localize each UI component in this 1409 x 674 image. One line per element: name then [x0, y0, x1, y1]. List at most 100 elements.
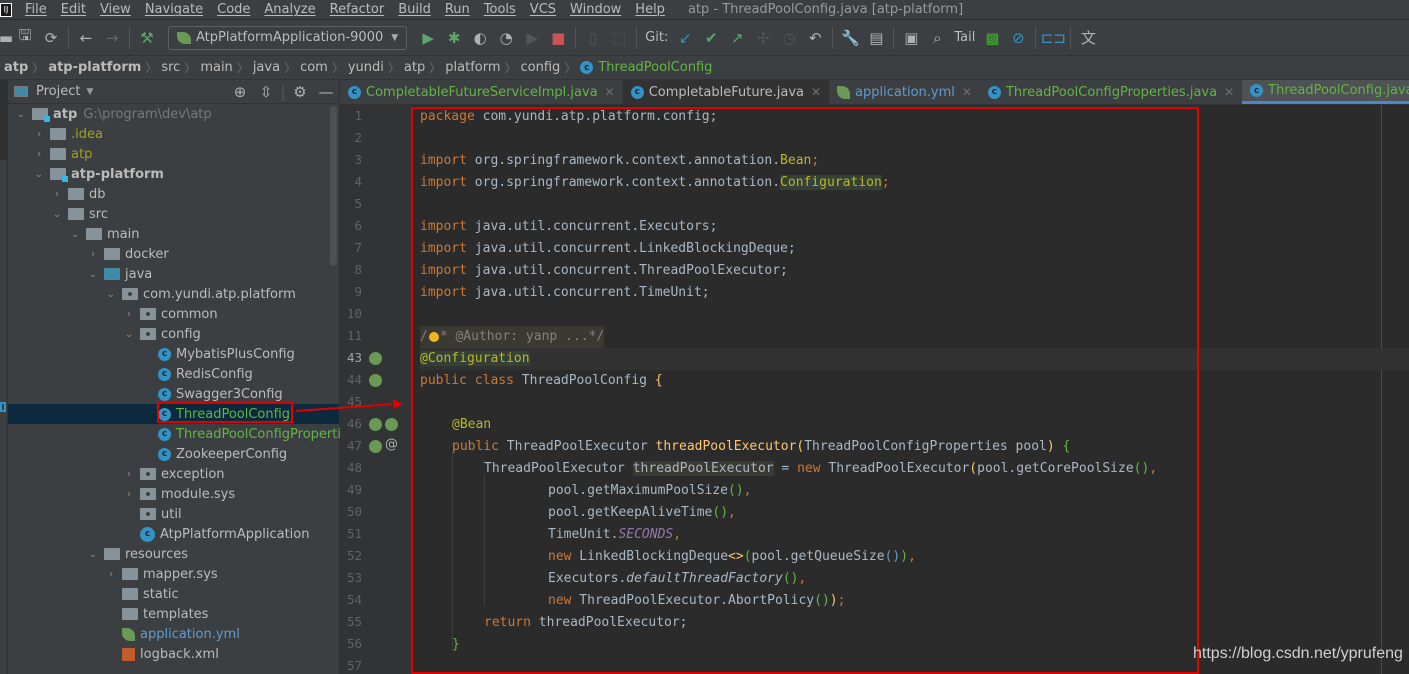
tree-item-util[interactable]: util: [8, 504, 339, 524]
close-icon[interactable]: ✕: [1224, 85, 1234, 99]
spring-bean-navigate-icon[interactable]: [369, 440, 382, 453]
tree-item-static[interactable]: static: [8, 584, 339, 604]
run-icon[interactable]: ▶: [415, 25, 441, 51]
git-history-icon[interactable]: ◷: [776, 25, 802, 51]
git-push-icon[interactable]: ↗: [724, 25, 750, 51]
chevron-down-icon[interactable]: ▼: [86, 87, 93, 97]
breadcrumb-item[interactable]: atp: [0, 60, 32, 75]
tree-item-exception[interactable]: › exception: [8, 464, 339, 484]
rollback-icon[interactable]: ↶: [802, 25, 828, 51]
chevron-right-icon[interactable]: ›: [86, 249, 100, 260]
breadcrumb-item[interactable]: atp-platform: [44, 60, 145, 75]
terminal-icon[interactable]: ▣: [898, 25, 924, 51]
menu-help[interactable]: Help: [628, 2, 672, 17]
close-icon[interactable]: ✕: [605, 85, 615, 99]
tree-item-class[interactable]: c ThreadPoolConfigProperties: [8, 424, 356, 444]
menu-build[interactable]: Build: [391, 2, 438, 17]
tree-item-src[interactable]: ⌄ src: [8, 204, 339, 224]
tree-item-atp-platform[interactable]: ⌄ atp-platform: [8, 164, 339, 184]
chevron-right-icon[interactable]: ›: [32, 149, 46, 160]
gear-icon[interactable]: ⚙: [287, 83, 313, 101]
chevron-down-icon[interactable]: ⌄: [122, 329, 136, 340]
breadcrumb-item[interactable]: main: [196, 60, 236, 75]
chevron-down-icon[interactable]: ⌄: [104, 289, 118, 300]
breadcrumb-item[interactable]: yundi: [344, 60, 388, 75]
close-icon[interactable]: ✕: [962, 85, 972, 99]
chevron-down-icon[interactable]: ⌄: [50, 209, 64, 220]
spring-config-gutter-icon[interactable]: [369, 374, 382, 387]
project-tree-scrollbar[interactable]: [330, 106, 337, 266]
tree-item-db[interactable]: › db: [8, 184, 339, 204]
back-icon[interactable]: ←: [73, 25, 99, 51]
chevron-right-icon[interactable]: ›: [104, 569, 118, 580]
menu-run[interactable]: Run: [438, 2, 477, 17]
spring-bean-navigate-icon[interactable]: [369, 418, 382, 431]
menu-window[interactable]: Window: [563, 2, 628, 17]
resume-icon[interactable]: ▶: [519, 25, 545, 51]
autowired-at-icon[interactable]: @: [385, 437, 398, 452]
tab-completable-future-service-impl[interactable]: c CompletableFutureServiceImpl.java ✕: [340, 80, 623, 104]
spring-bean-gutter-icon[interactable]: [385, 418, 398, 431]
menu-view[interactable]: View: [93, 2, 138, 17]
menu-vcs[interactable]: VCS: [523, 2, 563, 17]
stop-icon[interactable]: ■: [545, 25, 571, 51]
tree-item-common[interactable]: › common: [8, 304, 339, 324]
menu-edit[interactable]: Edit: [54, 2, 93, 17]
chevron-down-icon[interactable]: ⌄: [68, 229, 82, 240]
breadcrumb-item[interactable]: platform: [441, 60, 504, 75]
sync-icon[interactable]: ⟳: [38, 25, 64, 51]
tree-item-mapper-sys[interactable]: › mapper.sys: [8, 564, 339, 584]
tail-button[interactable]: Tail: [954, 30, 975, 45]
chevron-down-icon[interactable]: ⌄: [14, 109, 28, 120]
tree-item-config[interactable]: ⌄ config: [8, 324, 339, 344]
monitor-icon[interactable]: ▩: [979, 25, 1005, 51]
forward-icon[interactable]: →: [99, 25, 125, 51]
tree-item-application-class[interactable]: c AtpPlatformApplication: [8, 524, 339, 544]
collapse-all-icon[interactable]: ⇳: [253, 83, 279, 101]
chevron-down-icon[interactable]: ⌄: [86, 549, 100, 560]
chevron-right-icon[interactable]: ›: [32, 129, 46, 140]
tree-item-class[interactable]: c ZookeeperConfig: [8, 444, 339, 464]
tree-item-class[interactable]: c RedisConfig: [8, 364, 339, 384]
attach-icon[interactable]: ⬚: [606, 25, 632, 51]
project-structure-icon[interactable]: ▤: [863, 25, 889, 51]
disable-icon[interactable]: ⊘: [1005, 25, 1031, 51]
tree-item-package-root[interactable]: ⌄ com.yundi.atp.platform: [8, 284, 339, 304]
menu-code[interactable]: Code: [210, 2, 257, 17]
settings-wrench-icon[interactable]: 🔧: [837, 25, 863, 51]
debug-icon[interactable]: ✱: [441, 25, 467, 51]
chevron-right-icon[interactable]: ›: [122, 489, 136, 500]
breadcrumb-item[interactable]: atp: [400, 60, 429, 75]
tree-item-idea[interactable]: › .idea: [8, 124, 339, 144]
device-icon[interactable]: ▯: [580, 25, 606, 51]
minimize-icon[interactable]: —: [313, 83, 339, 101]
chevron-down-icon[interactable]: ⌄: [86, 269, 100, 280]
project-panel-title[interactable]: Project: [36, 84, 80, 99]
tree-item-java[interactable]: ⌄ java: [8, 264, 339, 284]
tree-item-templates[interactable]: templates: [8, 604, 339, 624]
tree-item-main[interactable]: ⌄ main: [8, 224, 339, 244]
git-merge-icon[interactable]: ✢: [750, 25, 776, 51]
chevron-right-icon[interactable]: ›: [50, 189, 64, 200]
tree-item-application-yml[interactable]: application.yml: [8, 624, 339, 644]
code-with-me-icon[interactable]: ⊏⊐: [1040, 25, 1066, 51]
tree-item-resources[interactable]: ⌄ resources: [8, 544, 339, 564]
build-hammer-icon[interactable]: ⚒: [134, 25, 160, 51]
save-icon[interactable]: 🖫: [12, 25, 38, 51]
breadcrumb-item[interactable]: java: [249, 60, 284, 75]
menu-file[interactable]: File: [18, 2, 54, 17]
breadcrumb-item[interactable]: config: [517, 60, 565, 75]
open-folder-icon[interactable]: ▬: [0, 25, 13, 51]
translate-icon[interactable]: 文: [1075, 25, 1101, 51]
close-icon[interactable]: ✕: [811, 85, 821, 99]
breadcrumb-item[interactable]: com: [296, 60, 332, 75]
tree-item-module-sys[interactable]: › module.sys: [8, 484, 339, 504]
tree-item-atp[interactable]: › atp: [8, 144, 339, 164]
tab-thread-pool-config[interactable]: cThreadPoolConfig.java✕: [1242, 80, 1409, 104]
tree-item-logback-xml[interactable]: logback.xml: [8, 644, 339, 664]
profile-icon[interactable]: ◔: [493, 25, 519, 51]
menu-navigate[interactable]: Navigate: [138, 2, 210, 17]
breadcrumb-item-class[interactable]: c ThreadPoolConfig: [576, 60, 716, 75]
run-configuration-select[interactable]: AtpPlatformApplication-9000 ▼: [168, 25, 408, 50]
tab-completable-future[interactable]: c CompletableFuture.java ✕: [622, 80, 830, 104]
